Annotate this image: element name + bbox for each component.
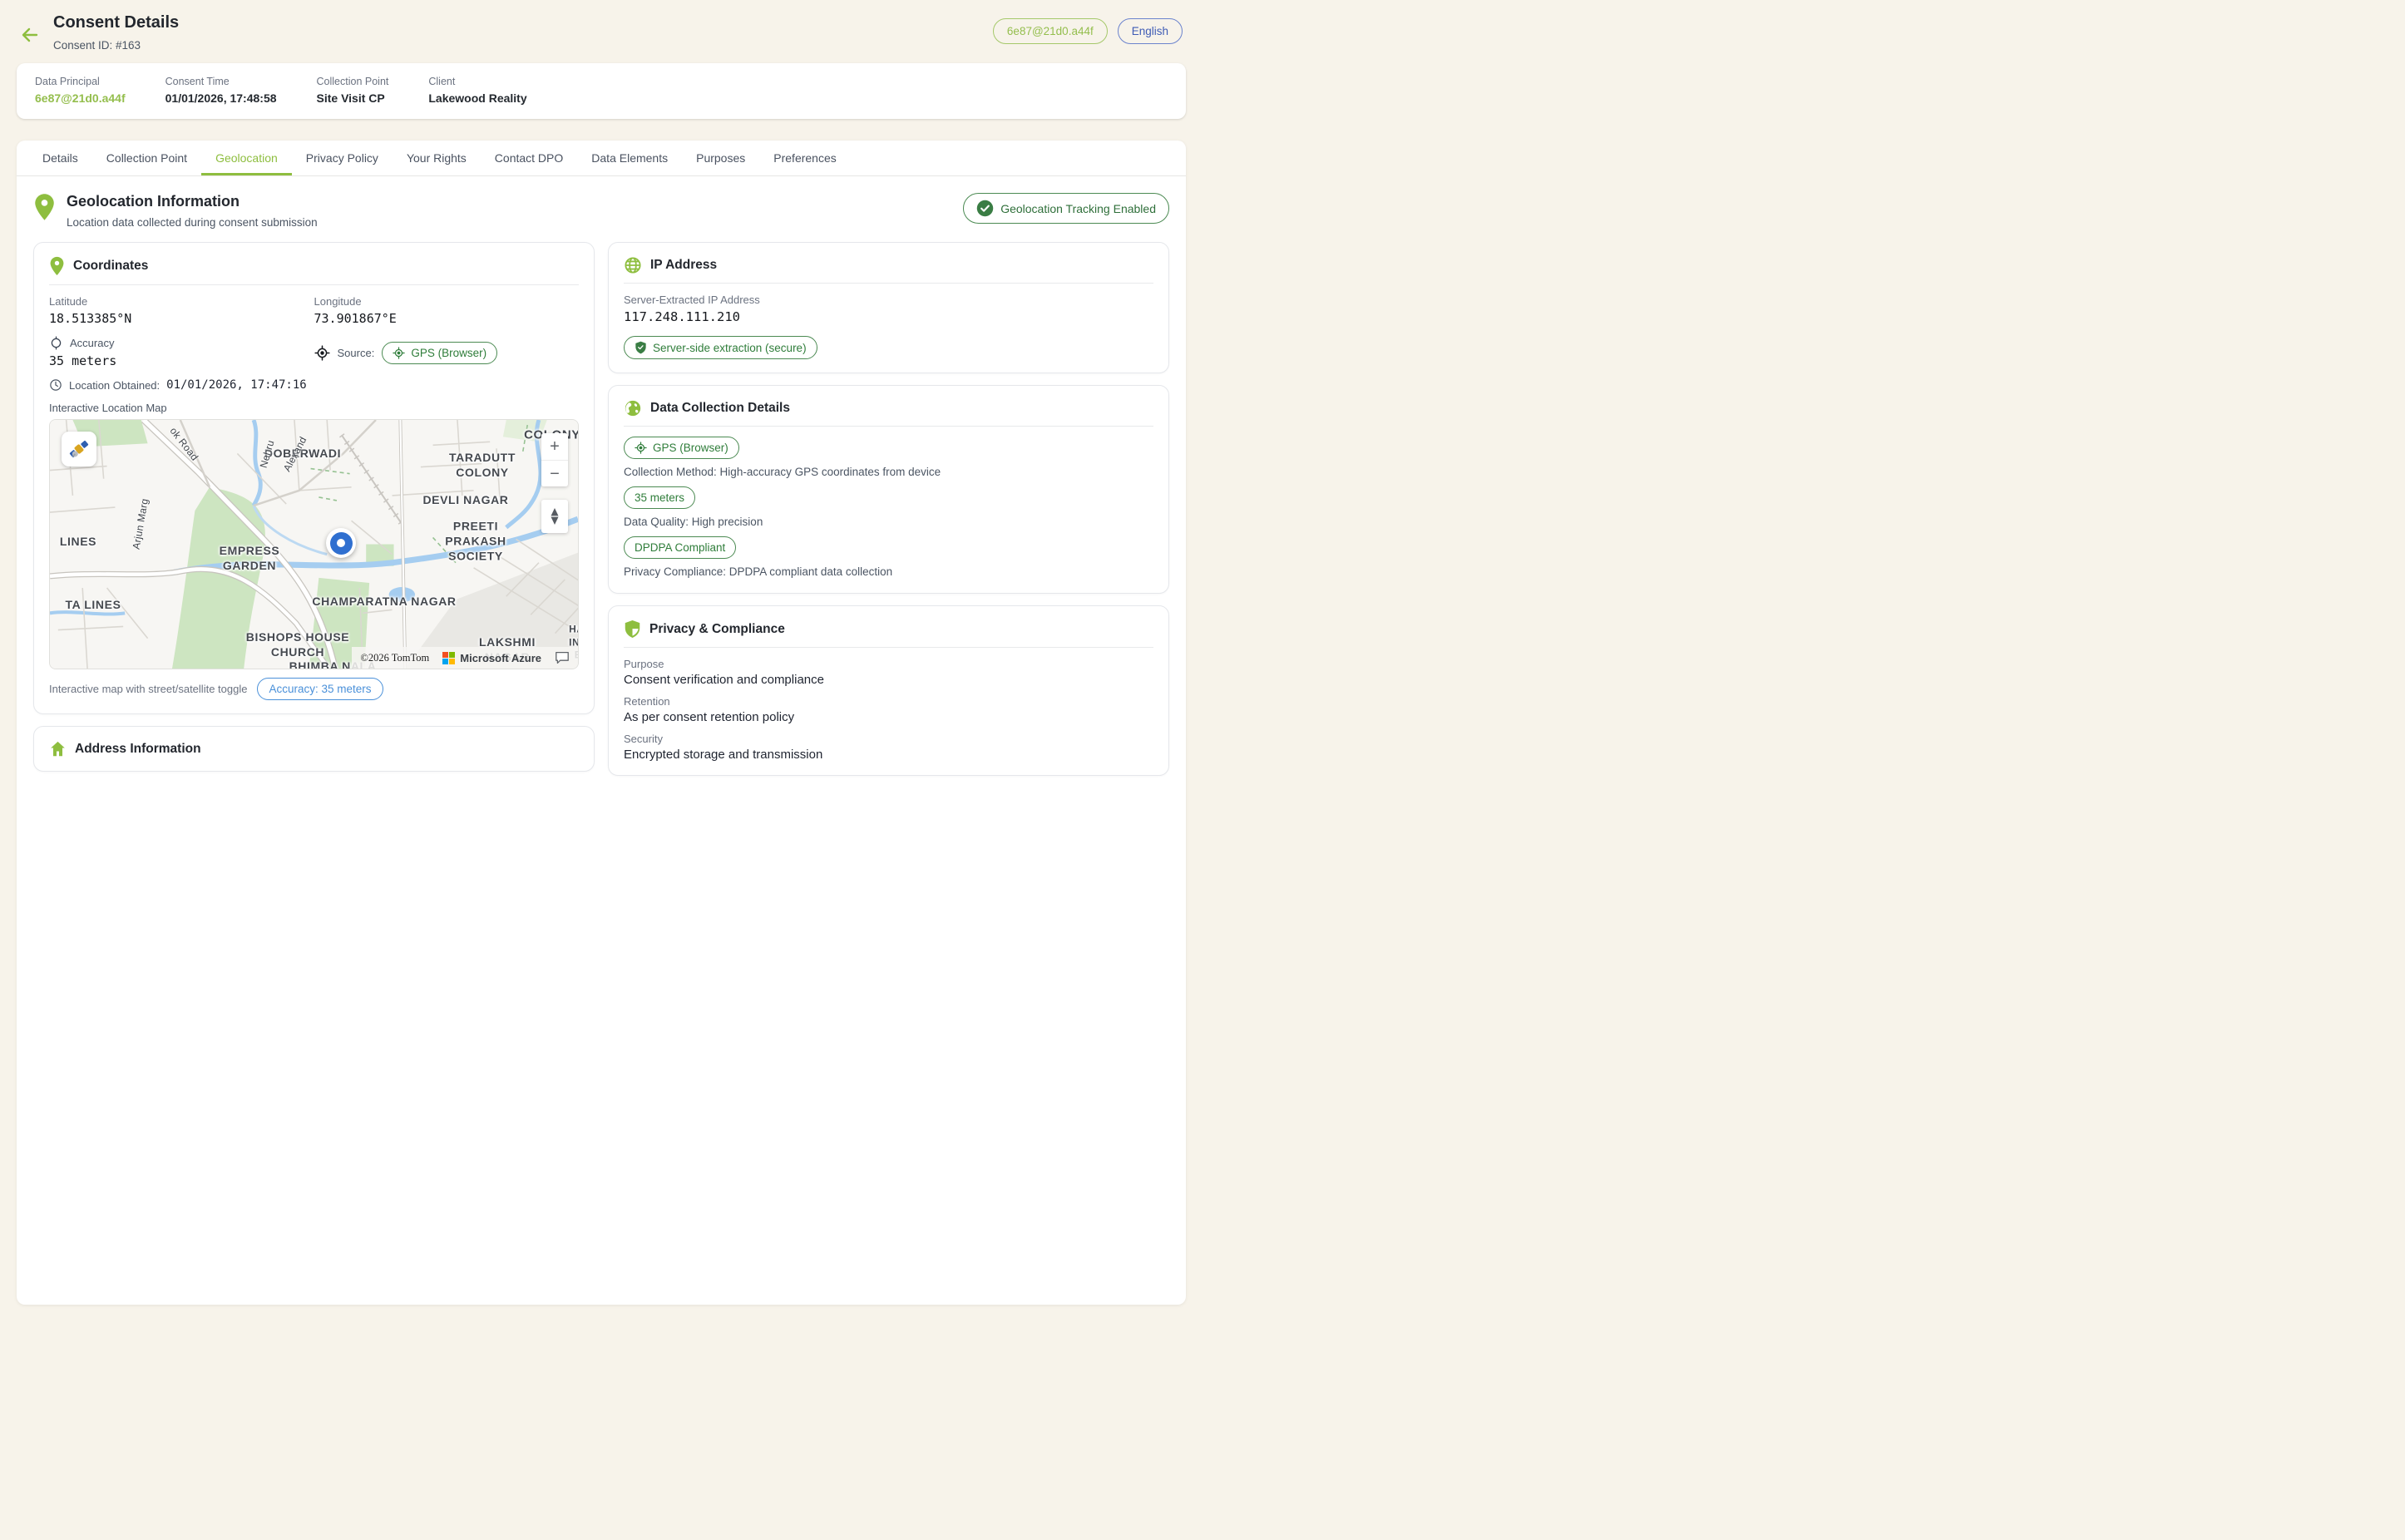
data-collection-card: Data Collection Details GPS (Browser) Co… [608,385,1169,594]
section-title: Geolocation Information [67,193,318,210]
longitude-label: Longitude [314,295,580,308]
collection-point-value: Site Visit CP [317,91,389,105]
map-pin-icon [49,256,65,276]
field-collection-point: Collection Point Site Visit CP [317,76,389,105]
accuracy-badge: Accuracy: 35 meters [257,678,383,700]
globe-filled-icon [624,399,642,417]
map-pin-icon [33,193,56,221]
shield-icon [635,341,647,354]
map-zoom-out-button[interactable]: − [541,460,568,486]
ip-label: Server-Extracted IP Address [624,294,1153,306]
tomtom-attribution: ©2026 TomTom [360,652,429,664]
principal-badge: 6e87@21d0.a44f [993,18,1108,44]
gps-target-icon [393,347,405,359]
longitude-value: 73.901867°E [314,311,580,326]
privacy-compliance-card: Privacy & Compliance Purpose Consent ver… [608,605,1169,776]
source-label: Source: [338,347,375,359]
tab-privacy-policy[interactable]: Privacy Policy [292,141,393,175]
accuracy-meters-badge: 35 meters [624,486,695,509]
data-quality-text: Data Quality: High precision [624,516,1153,528]
coordinates-card: Coordinates Latitude 18.513385°N Longitu… [33,242,595,714]
map-attribution: ©2026 TomTom Microsoft Azure [352,647,578,669]
tab-collection-point[interactable]: Collection Point [92,141,201,175]
accuracy-label: Accuracy [70,337,114,349]
obtained-label: Location Obtained: [69,379,160,392]
azure-attribution: Microsoft Azure [442,652,541,664]
purpose-value: Consent verification and compliance [624,673,1153,687]
source-badge: GPS (Browser) [382,342,497,364]
purpose-label: Purpose [624,658,1153,670]
microsoft-logo-icon [442,652,455,664]
consent-id: Consent ID: #163 [53,39,179,52]
address-card: Address Information [33,726,595,772]
accuracy-icon [49,336,63,350]
data-principal-value: 6e87@21d0.a44f [35,91,126,105]
page-title: Consent Details [53,13,179,32]
back-arrow-icon [20,25,40,45]
field-data-principal: Data Principal 6e87@21d0.a44f [35,76,126,105]
consent-time-value: 01/01/2026, 17:48:58 [165,91,277,105]
shield-icon [624,619,641,639]
check-circle-icon [976,200,994,217]
globe-icon [624,256,642,274]
dpdpa-compliant-badge: DPDPA Compliant [624,536,736,559]
ip-value: 117.248.111.210 [624,309,1153,324]
map-canvas [50,420,578,669]
map-compass-button[interactable] [541,500,568,533]
tab-data-elements[interactable]: Data Elements [577,141,682,175]
tab-geolocation[interactable]: Geolocation [201,141,292,175]
tab-contact-dpo[interactable]: Contact DPO [481,141,577,175]
page-header: Consent Details Consent ID: #163 6e87@21… [0,0,1202,63]
map-zoom-in-button[interactable]: + [541,433,568,460]
latitude-label: Latitude [49,295,314,308]
latitude-value: 18.513385°N [49,311,314,326]
ip-address-card: IP Address Server-Extracted IP Address 1… [608,242,1169,373]
retention-label: Retention [624,695,1153,708]
gps-target-icon [635,442,647,454]
card-title: Address Information [75,742,201,757]
tab-preferences[interactable]: Preferences [759,141,850,175]
card-title: Coordinates [73,259,148,274]
accuracy-value: 35 meters [49,353,314,368]
obtained-value: 01/01/2026, 17:47:16 [166,378,307,392]
gps-browser-badge: GPS (Browser) [624,437,739,459]
home-icon [49,740,67,758]
tab-bar: Details Collection Point Geolocation Pri… [17,141,1186,176]
clock-icon [49,378,62,392]
location-marker [326,528,356,558]
tab-your-rights[interactable]: Your Rights [393,141,481,175]
map-section-label: Interactive Location Map [49,402,579,414]
tab-details[interactable]: Details [28,141,92,175]
field-consent-time: Consent Time 01/01/2026, 17:48:58 [165,76,277,105]
satellite-toggle-button[interactable] [62,432,96,466]
tab-purposes[interactable]: Purposes [682,141,759,175]
field-client: Client Lakewood Reality [428,76,526,105]
consent-summary-bar: Data Principal 6e87@21d0.a44f Consent Ti… [17,63,1186,119]
security-value: Encrypted storage and transmission [624,748,1153,762]
feedback-bubble-icon[interactable] [555,651,570,664]
compass-needle-icon [549,507,561,526]
security-label: Security [624,733,1153,745]
privacy-compliance-text: Privacy Compliance: DPDPA compliant data… [624,565,1153,578]
back-button[interactable] [20,20,40,52]
gps-target-icon [314,345,330,361]
card-title: IP Address [650,258,717,273]
card-title: Data Collection Details [650,401,790,416]
interactive-map[interactable]: COLONY DOBERWADI TARADUTT COLONY DEVLI N… [49,419,579,669]
card-title: Privacy & Compliance [649,622,785,637]
language-button[interactable]: English [1118,18,1183,44]
geo-tracking-status-badge: Geolocation Tracking Enabled [963,193,1169,224]
main-panel: Details Collection Point Geolocation Pri… [17,141,1186,1305]
map-caption: Interactive map with street/satellite to… [49,683,247,695]
client-value: Lakewood Reality [428,91,526,105]
collection-method-text: Collection Method: High-accuracy GPS coo… [624,466,1153,478]
section-subtitle: Location data collected during consent s… [67,216,318,229]
satellite-icon [67,437,91,461]
server-extraction-badge: Server-side extraction (secure) [624,336,817,359]
retention-value: As per consent retention policy [624,710,1153,724]
